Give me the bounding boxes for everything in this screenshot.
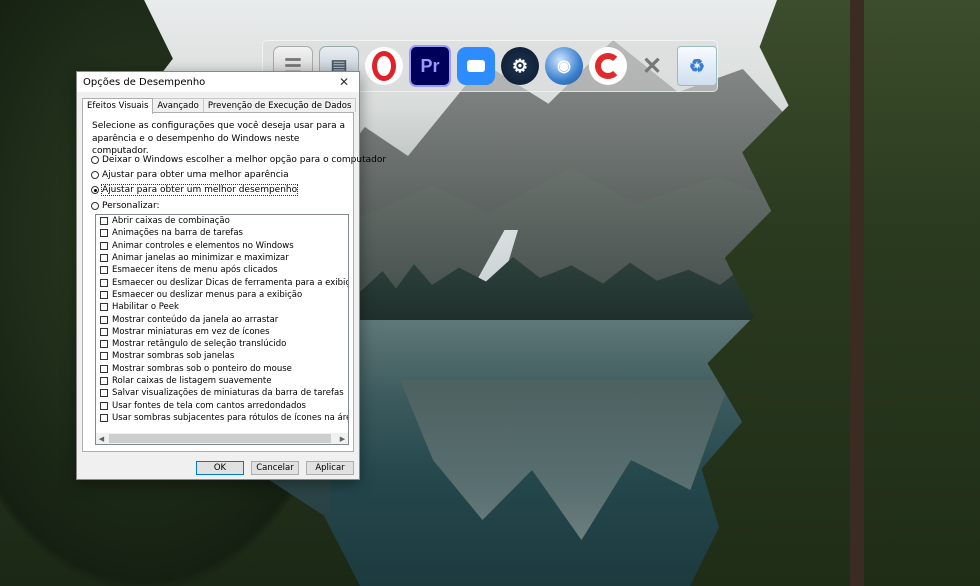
checkbox[interactable] <box>100 217 108 226</box>
checkbox[interactable] <box>100 266 108 275</box>
zoom-icon[interactable] <box>457 47 495 85</box>
radio-label: Personalizar: <box>102 201 160 211</box>
checkbox[interactable] <box>100 290 108 299</box>
option-label: Usar sombras subjacentes para rótulos de… <box>112 412 348 423</box>
list-item[interactable]: Habilitar o Peek <box>96 301 348 313</box>
list-item[interactable]: Esmaecer ou deslizar Dicas de ferramenta… <box>96 276 348 288</box>
checkbox[interactable] <box>100 327 108 336</box>
browser-globe-icon[interactable]: ◉ <box>545 47 583 85</box>
option-label: Animações na barra de tarefas <box>112 228 243 239</box>
radio-button[interactable] <box>91 202 99 210</box>
option-label: Salvar visualizações de miniaturas da ba… <box>112 388 344 399</box>
tab-data-execution-prevention[interactable]: Prevenção de Execução de Dados <box>202 98 357 112</box>
recycle-bin-icon[interactable]: ♻ <box>677 46 717 86</box>
checkbox[interactable] <box>100 389 108 398</box>
checkbox[interactable] <box>100 229 108 238</box>
performance-options-dialog: Opções de Desempenho ✕ Efeitos Visuais A… <box>76 71 386 480</box>
option-label: Habilitar o Peek <box>112 302 179 313</box>
horizontal-scrollbar[interactable]: ◀ ▶ <box>96 433 348 444</box>
opera-icon[interactable] <box>365 47 403 85</box>
premiere-pro-icon[interactable]: Pr <box>409 45 451 87</box>
radio-custom[interactable]: Personalizar: <box>91 201 160 211</box>
list-item[interactable]: Animar janelas ao minimizar e maximizar <box>96 252 348 264</box>
option-label: Mostrar sombras sob janelas <box>112 351 235 362</box>
tools-icon[interactable]: ✕ <box>633 47 671 85</box>
close-icon[interactable]: ✕ <box>335 73 353 91</box>
radio-best-performance[interactable]: Ajustar para obter um melhor desempenho <box>91 184 299 196</box>
checkbox[interactable] <box>100 315 108 324</box>
checkbox[interactable] <box>100 364 108 373</box>
radio-label: Ajustar para obter um melhor desempenho <box>100 184 299 196</box>
option-label: Mostrar conteúdo da janela ao arrastar <box>112 314 279 325</box>
list-item[interactable]: Animações na barra de tarefas <box>96 227 348 239</box>
list-item[interactable]: Usar fontes de tela com cantos arredonda… <box>96 399 348 411</box>
list-item[interactable]: Abrir caixas de combinação <box>96 215 348 227</box>
dialog-titlebar[interactable]: Opções de Desempenho ✕ <box>77 72 359 92</box>
checkbox[interactable] <box>100 377 108 385</box>
checkbox[interactable] <box>100 278 108 287</box>
list-items: Abrir caixas de combinação Animações na b… <box>96 215 348 424</box>
option-label: Esmaecer itens de menu após clicados <box>112 265 278 276</box>
dialog-title: Opções de Desempenho <box>83 76 206 88</box>
tab-strip: Efeitos Visuais Avançado Prevenção de Ex… <box>82 98 357 114</box>
description-text: Selecione as configurações que você dese… <box>92 121 346 156</box>
list-item[interactable]: Mostrar retângulo de seleção translúcido <box>96 338 348 350</box>
option-label: Rolar caixas de listagem suavemente <box>112 376 272 386</box>
radio-label: Ajustar para obter uma melhor aparência <box>102 170 289 180</box>
cancel-button[interactable]: Cancelar <box>251 461 299 475</box>
list-item[interactable]: Rolar caixas de listagem suavemente <box>96 375 348 387</box>
tree-trunk <box>850 0 864 586</box>
scroll-right-icon[interactable]: ▶ <box>337 433 348 444</box>
option-label: Animar janelas ao minimizar e maximizar <box>112 253 289 264</box>
list-item[interactable]: Salvar visualizações de miniaturas da ba… <box>96 387 348 399</box>
list-item[interactable]: Esmaecer itens de menu após clicados <box>96 264 348 276</box>
tab-advanced[interactable]: Avançado <box>152 98 204 112</box>
list-item[interactable]: Mostrar miniaturas em vez de ícones <box>96 326 348 338</box>
option-label: Mostrar miniaturas em vez de ícones <box>112 326 270 337</box>
visual-effects-list[interactable]: Abrir caixas de combinação Animações na b… <box>95 214 349 445</box>
list-item[interactable]: Mostrar conteúdo da janela ao arrastar <box>96 313 348 325</box>
scroll-left-icon[interactable]: ◀ <box>96 433 107 444</box>
list-item[interactable]: Mostrar sombras sob o ponteiro do mouse <box>96 363 348 375</box>
list-item[interactable]: Animar controles e elementos no Windows <box>96 240 348 252</box>
scrollbar-thumb[interactable] <box>109 434 331 443</box>
list-item[interactable]: Mostrar sombras sob janelas <box>96 350 348 362</box>
checkbox[interactable] <box>100 254 108 263</box>
tab-visual-effects[interactable]: Efeitos Visuais <box>82 98 154 114</box>
list-item[interactable]: Esmaecer ou deslizar menus para a exibiç… <box>96 289 348 301</box>
radio-button[interactable] <box>91 171 99 179</box>
option-label: Abrir caixas de combinação <box>112 216 230 227</box>
checkbox[interactable] <box>100 303 108 312</box>
radio-let-windows-choose[interactable]: Deixar o Windows escolher a melhor opção… <box>91 155 386 165</box>
list-item[interactable]: Usar sombras subjacentes para rótulos de… <box>96 412 348 424</box>
option-label: Mostrar retângulo de seleção translúcido <box>112 339 287 350</box>
checkbox[interactable] <box>100 352 108 361</box>
radio-button[interactable] <box>91 156 99 164</box>
apply-button[interactable]: Aplicar <box>306 461 354 475</box>
ccleaner-icon[interactable] <box>589 47 627 85</box>
option-label: Esmaecer ou deslizar Dicas de ferramenta… <box>112 277 349 288</box>
steam-icon[interactable]: ⚙ <box>501 47 539 85</box>
radio-label: Deixar o Windows escolher a melhor opção… <box>102 155 387 165</box>
option-label: Animar controles e elementos no Windows <box>112 240 294 251</box>
option-label: Usar fontes de tela com cantos arredonda… <box>112 400 306 411</box>
radio-button-checked[interactable] <box>91 186 99 194</box>
checkbox[interactable] <box>100 401 108 410</box>
checkbox[interactable] <box>100 413 108 422</box>
option-label: Mostrar sombras sob o ponteiro do mouse <box>112 363 292 374</box>
checkbox[interactable] <box>100 241 108 250</box>
option-label: Esmaecer ou deslizar menus para a exibiç… <box>112 289 303 300</box>
ok-button[interactable]: OK <box>196 461 244 475</box>
checkbox[interactable] <box>100 340 108 349</box>
radio-best-appearance[interactable]: Ajustar para obter uma melhor aparência <box>91 170 289 180</box>
